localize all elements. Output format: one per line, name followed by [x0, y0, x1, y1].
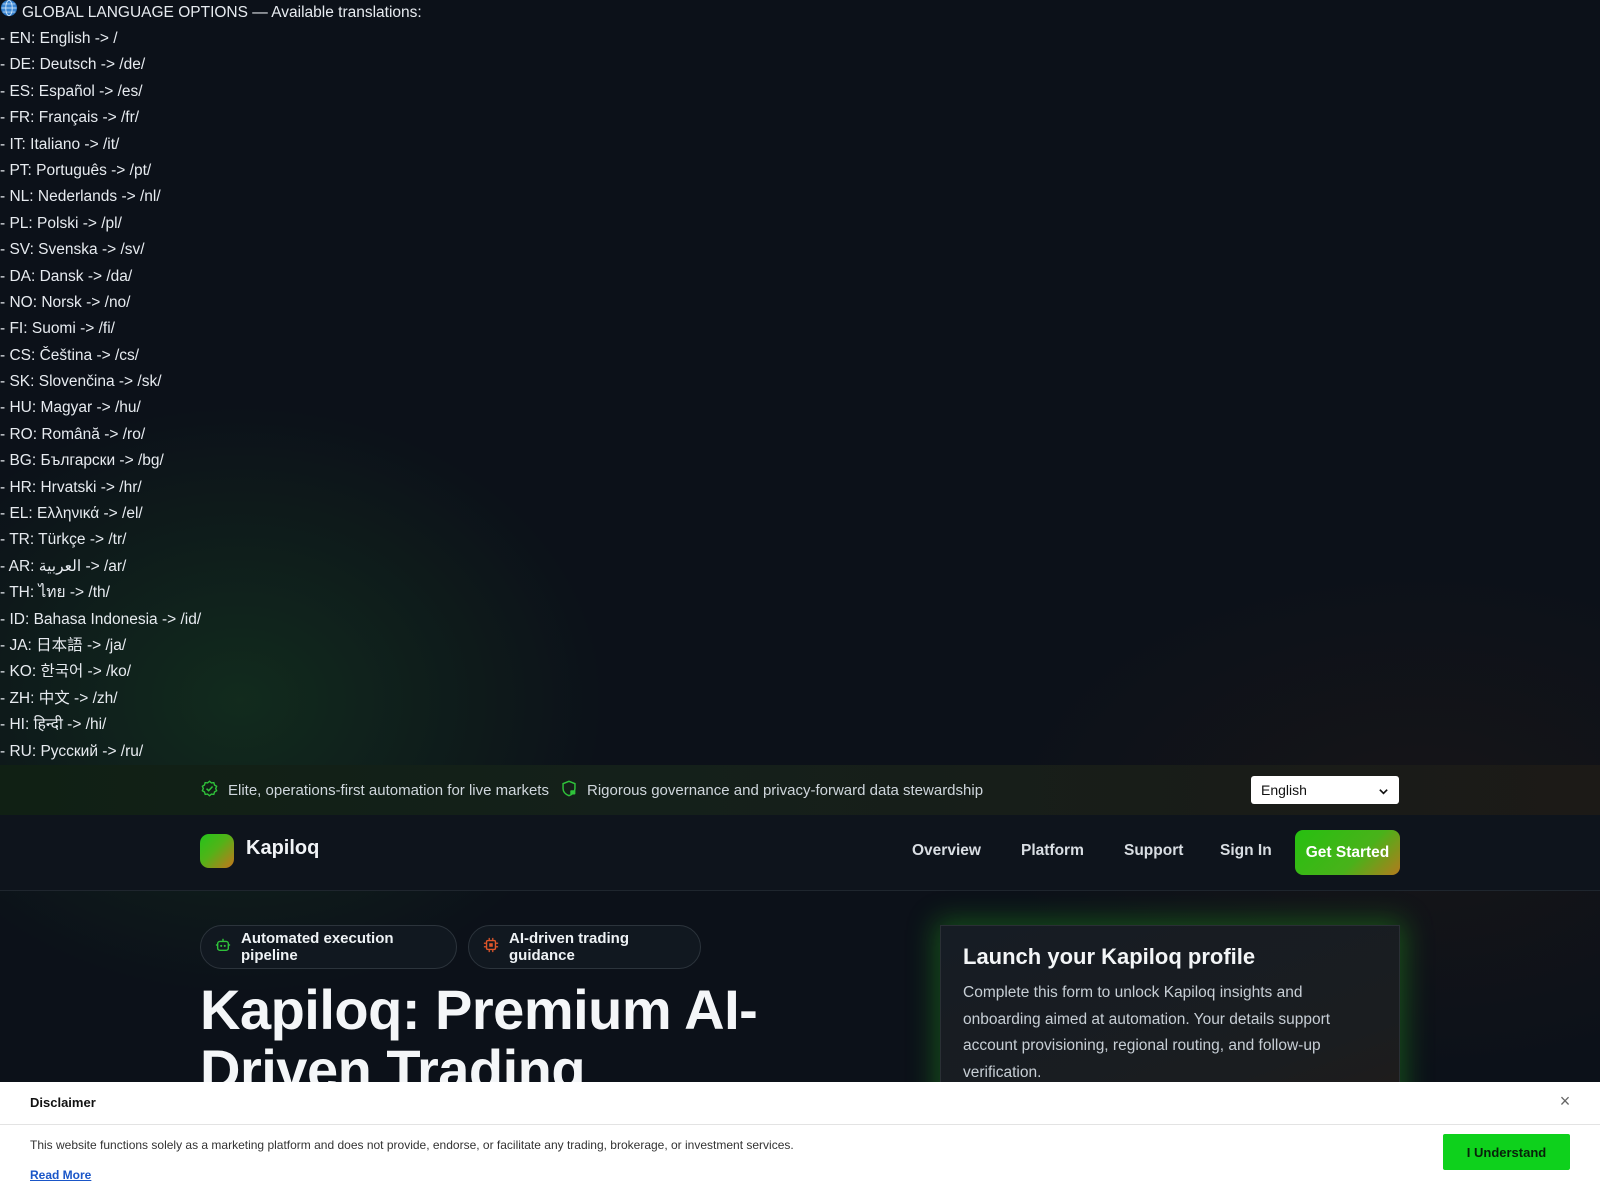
badge-check-icon: [201, 779, 228, 801]
hero-pill-execution: Automated execution pipeline: [200, 925, 457, 969]
language-link-cs[interactable]: - CS: Čeština -> /cs/: [0, 343, 422, 369]
main-navbar: Kapiloq Overview Platform Support Sign I…: [0, 815, 1600, 891]
topbar-item-automation-text: Elite, operations-first automation for l…: [228, 781, 549, 799]
language-link-ar[interactable]: - AR: العربية -> /ar/: [0, 554, 422, 580]
language-link-fi[interactable]: - FI: Suomi -> /fi/: [0, 316, 422, 342]
i-understand-button[interactable]: I Understand: [1443, 1134, 1570, 1170]
language-link-hr[interactable]: - HR: Hrvatski -> /hr/: [0, 475, 422, 501]
language-link-hu[interactable]: - HU: Magyar -> /hu/: [0, 395, 422, 421]
language-select-value: English: [1261, 782, 1307, 798]
disclaimer-header: Disclaimer ×: [0, 1082, 1600, 1125]
brand-logo-icon[interactable]: [200, 834, 234, 868]
language-link-id[interactable]: - ID: Bahasa Indonesia -> /id/: [0, 607, 422, 633]
robot-icon: [215, 937, 241, 957]
topbar-item-automation: Elite, operations-first automation for l…: [201, 765, 549, 815]
language-link-bg[interactable]: - BG: Български -> /bg/: [0, 448, 422, 474]
disclaimer-title: Disclaimer: [30, 1095, 96, 1110]
hero-pill-guidance-label: AI-driven trading guidance: [509, 930, 630, 964]
language-link-tr[interactable]: - TR: Türkçe -> /tr/: [0, 527, 422, 553]
language-link-ro[interactable]: - RO: Română -> /ro/: [0, 422, 422, 448]
signup-card-description: Complete this form to unlock Kapiloq ins…: [963, 984, 1331, 1081]
language-list: GLOBAL LANGUAGE OPTIONS — Available tran…: [0, 0, 422, 765]
nav-link-overview[interactable]: Overview: [912, 842, 981, 860]
disclaimer-banner: Disclaimer × This website functions sole…: [0, 1082, 1600, 1200]
language-link-pl[interactable]: - PL: Polski -> /pl/: [0, 211, 422, 237]
language-link-it[interactable]: - IT: Italiano -> /it/: [0, 132, 422, 158]
language-list-heading: GLOBAL LANGUAGE OPTIONS — Available tran…: [22, 3, 422, 21]
get-started-button[interactable]: Get Started: [1295, 830, 1400, 875]
topbar-item-governance-text: Rigorous governance and privacy-forward …: [587, 781, 984, 799]
language-link-zh[interactable]: - ZH: 中文 -> /zh/: [0, 686, 422, 712]
globe-icon: [0, 0, 22, 27]
language-select[interactable]: English: [1251, 776, 1399, 804]
language-list-heading-row: GLOBAL LANGUAGE OPTIONS — Available tran…: [0, 0, 422, 26]
hero-pill-guidance: AI-driven trading guidance: [468, 925, 701, 969]
nav-link-platform[interactable]: Platform: [1021, 842, 1084, 860]
language-link-ko[interactable]: - KO: 한국어 -> /ko/: [0, 659, 422, 685]
language-link-da[interactable]: - DA: Dansk -> /da/: [0, 264, 422, 290]
language-link-pt[interactable]: - PT: Português -> /pt/: [0, 158, 422, 184]
nav-link-support[interactable]: Support: [1124, 842, 1183, 860]
language-link-no[interactable]: - NO: Norsk -> /no/: [0, 290, 422, 316]
read-more-link[interactable]: Read More: [30, 1168, 91, 1182]
language-link-es[interactable]: - ES: Español -> /es/: [0, 79, 422, 105]
shield-icon: [561, 779, 587, 801]
language-link-ru[interactable]: - RU: Русский -> /ru/: [0, 739, 422, 765]
nav-link-sign-in[interactable]: Sign In: [1220, 842, 1272, 860]
hero-pill-execution-label: Automated execution pipeline: [241, 930, 394, 964]
signup-card-title: Launch your Kapiloq profile: [963, 944, 1256, 969]
topbar-item-governance: Rigorous governance and privacy-forward …: [561, 765, 983, 815]
close-icon[interactable]: ×: [1555, 1091, 1575, 1111]
language-link-hi[interactable]: - HI: हिन्दी -> /hi/: [0, 712, 422, 738]
top-info-bar: Elite, operations-first automation for l…: [0, 765, 1600, 816]
language-link-sk[interactable]: - SK: Slovenčina -> /sk/: [0, 369, 422, 395]
chip-icon: [483, 937, 509, 957]
language-link-th[interactable]: - TH: ไทย -> /th/: [0, 580, 422, 606]
disclaimer-text: This website functions solely as a marke…: [30, 1138, 794, 1152]
language-link-nl[interactable]: - NL: Nederlands -> /nl/: [0, 184, 422, 210]
language-link-fr[interactable]: - FR: Français -> /fr/: [0, 105, 422, 131]
brand-name[interactable]: Kapiloq: [246, 837, 319, 860]
language-link-el[interactable]: - EL: Ελληνικά -> /el/: [0, 501, 422, 527]
language-link-en[interactable]: - EN: English -> /: [0, 26, 422, 52]
chevron-down-icon: [1378, 784, 1389, 800]
language-link-de[interactable]: - DE: Deutsch -> /de/: [0, 52, 422, 78]
language-link-sv[interactable]: - SV: Svenska -> /sv/: [0, 237, 422, 263]
language-link-ja[interactable]: - JA: 日本語 -> /ja/: [0, 633, 422, 659]
